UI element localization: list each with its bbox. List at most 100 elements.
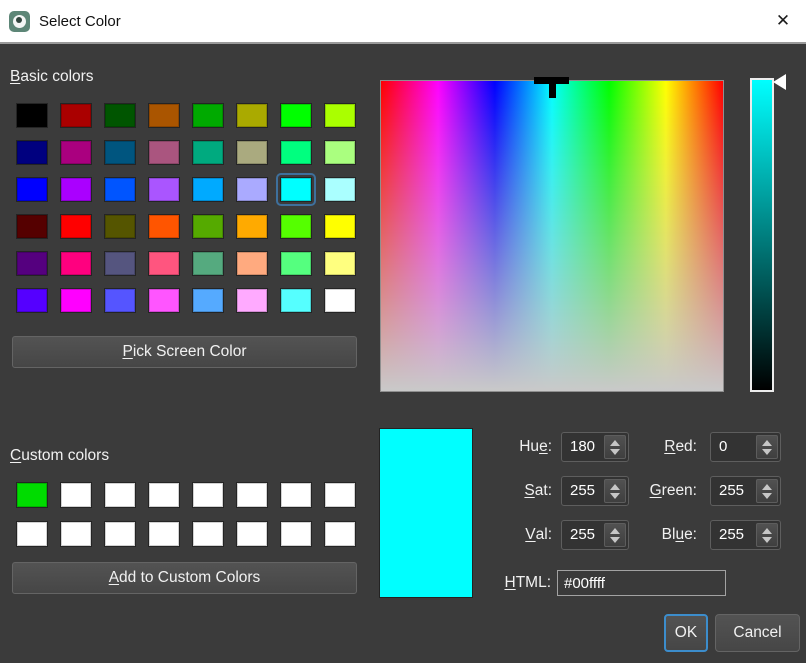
red-spinner[interactable] <box>756 435 778 459</box>
basic-color-swatch[interactable] <box>280 177 312 202</box>
basic-color-swatch[interactable] <box>280 251 312 276</box>
basic-color-swatch[interactable] <box>16 177 48 202</box>
basic-color-swatch[interactable] <box>16 103 48 128</box>
green-value: 255 <box>719 477 744 505</box>
close-icon[interactable]: ✕ <box>768 6 798 36</box>
green-label: Green: <box>612 476 697 506</box>
basic-color-swatch[interactable] <box>60 288 92 313</box>
basic-color-swatch[interactable] <box>148 103 180 128</box>
custom-color-swatch[interactable] <box>324 482 356 508</box>
custom-color-swatch[interactable] <box>16 482 48 508</box>
hue-sat-crosshair[interactable] <box>549 77 556 98</box>
basic-color-swatch[interactable] <box>236 140 268 165</box>
basic-color-swatch[interactable] <box>192 251 224 276</box>
basic-color-swatch[interactable] <box>104 140 136 165</box>
basic-color-swatch[interactable] <box>280 214 312 239</box>
custom-color-swatch[interactable] <box>236 521 268 547</box>
basic-colors-label: Basic colors <box>10 68 94 86</box>
basic-color-swatch[interactable] <box>148 214 180 239</box>
basic-color-swatch[interactable] <box>60 103 92 128</box>
basic-color-swatch[interactable] <box>60 214 92 239</box>
basic-color-swatch[interactable] <box>104 214 136 239</box>
custom-color-swatch[interactable] <box>60 482 92 508</box>
basic-color-swatch[interactable] <box>236 288 268 313</box>
custom-color-swatch[interactable] <box>324 521 356 547</box>
basic-color-swatch[interactable] <box>324 214 356 239</box>
basic-color-swatch[interactable] <box>16 140 48 165</box>
custom-color-swatch[interactable] <box>60 521 92 547</box>
basic-color-swatch[interactable] <box>280 140 312 165</box>
blue-value: 255 <box>719 521 744 549</box>
basic-color-swatch[interactable] <box>324 251 356 276</box>
green-spinbox[interactable]: 255 <box>710 476 781 506</box>
basic-color-swatch[interactable] <box>148 177 180 202</box>
spin-down-icon[interactable] <box>762 493 772 499</box>
custom-color-swatch[interactable] <box>104 521 136 547</box>
basic-color-swatch[interactable] <box>280 288 312 313</box>
basic-color-swatch[interactable] <box>60 251 92 276</box>
blue-label: Blue: <box>612 520 697 550</box>
value-slider-handle-icon[interactable] <box>773 74 786 90</box>
basic-color-swatch[interactable] <box>192 177 224 202</box>
hue-saturation-picker[interactable] <box>380 80 724 392</box>
titlebar: Select Color ✕ <box>0 0 806 44</box>
basic-color-swatch[interactable] <box>16 251 48 276</box>
sat-label: Sat: <box>440 476 552 506</box>
spin-down-icon[interactable] <box>762 537 772 543</box>
custom-color-swatch[interactable] <box>280 482 312 508</box>
add-to-custom-colors-button[interactable]: Add to Custom Colors <box>12 562 357 594</box>
green-spinner[interactable] <box>756 479 778 503</box>
spin-up-icon[interactable] <box>762 484 772 490</box>
custom-color-swatch[interactable] <box>192 482 224 508</box>
basic-color-swatch[interactable] <box>192 103 224 128</box>
spin-up-icon[interactable] <box>762 440 772 446</box>
html-color-input[interactable] <box>557 570 726 596</box>
window-title: Select Color <box>39 13 768 30</box>
basic-color-swatch[interactable] <box>192 288 224 313</box>
basic-color-swatch[interactable] <box>104 288 136 313</box>
basic-color-swatch[interactable] <box>236 214 268 239</box>
basic-color-swatch[interactable] <box>236 251 268 276</box>
basic-color-swatch[interactable] <box>104 177 136 202</box>
basic-color-swatch[interactable] <box>192 140 224 165</box>
basic-color-swatch[interactable] <box>280 103 312 128</box>
spin-down-icon[interactable] <box>762 449 772 455</box>
basic-color-swatch[interactable] <box>104 103 136 128</box>
basic-color-swatch[interactable] <box>324 140 356 165</box>
basic-color-swatch[interactable] <box>60 177 92 202</box>
basic-color-swatch[interactable] <box>236 103 268 128</box>
basic-color-swatch[interactable] <box>148 140 180 165</box>
basic-color-swatch[interactable] <box>236 177 268 202</box>
basic-color-swatch[interactable] <box>104 251 136 276</box>
custom-color-swatch[interactable] <box>104 482 136 508</box>
spin-up-icon[interactable] <box>762 528 772 534</box>
red-spinbox[interactable]: 0 <box>710 432 781 462</box>
blue-spinbox[interactable]: 255 <box>710 520 781 550</box>
cancel-button[interactable]: Cancel <box>715 614 800 652</box>
custom-color-swatch[interactable] <box>148 521 180 547</box>
basic-color-swatch[interactable] <box>16 288 48 313</box>
custom-color-swatch[interactable] <box>236 482 268 508</box>
custom-color-swatch[interactable] <box>16 521 48 547</box>
blue-spinner[interactable] <box>756 523 778 547</box>
val-label: Val: <box>440 520 552 550</box>
basic-color-swatch[interactable] <box>324 288 356 313</box>
custom-colors-label: Custom colors <box>10 447 109 465</box>
value-slider[interactable] <box>750 78 774 392</box>
selected-swatch-ring <box>276 173 316 206</box>
basic-color-swatch[interactable] <box>148 251 180 276</box>
custom-colors-grid <box>16 482 356 547</box>
basic-color-swatch[interactable] <box>60 140 92 165</box>
basic-color-swatch[interactable] <box>324 103 356 128</box>
ok-button[interactable]: OK <box>664 614 708 652</box>
basic-color-swatch[interactable] <box>16 214 48 239</box>
sat-value: 255 <box>570 477 595 505</box>
custom-color-swatch[interactable] <box>148 482 180 508</box>
pick-screen-color-button[interactable]: Pick Screen Color <box>12 336 357 368</box>
custom-color-swatch[interactable] <box>280 521 312 547</box>
custom-color-swatch[interactable] <box>192 521 224 547</box>
hue-label: Hue: <box>440 432 552 462</box>
basic-color-swatch[interactable] <box>192 214 224 239</box>
basic-color-swatch[interactable] <box>324 177 356 202</box>
basic-color-swatch[interactable] <box>148 288 180 313</box>
